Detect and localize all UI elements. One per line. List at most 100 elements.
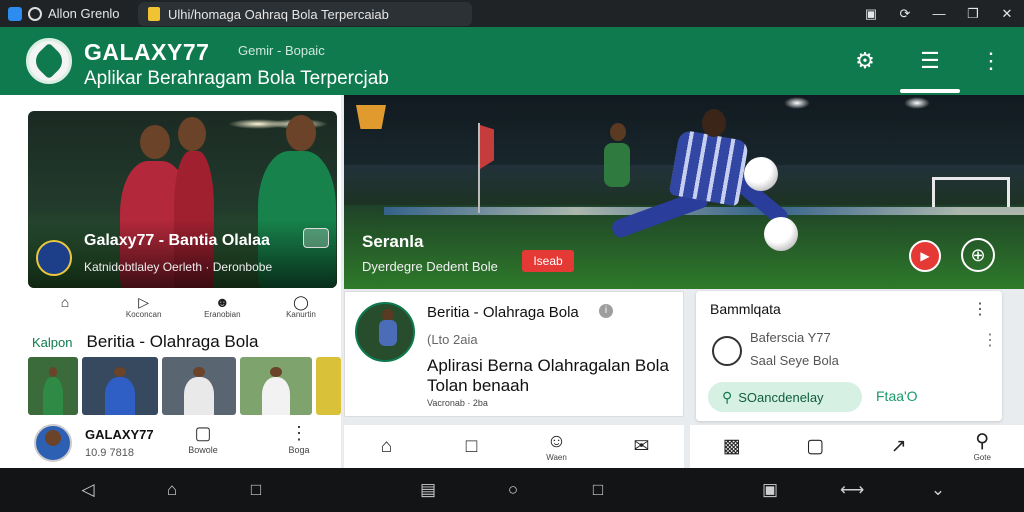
tab-title: Ulhi/homaga Oahraq Bola Terpercaiab [168,6,389,22]
home-icon[interactable]: ⌂ [160,478,184,502]
restore-icon[interactable]: ❐ [966,6,980,22]
news-thumbnail[interactable] [316,357,341,415]
football [764,217,798,251]
drag-handle-icon[interactable]: ⋮ [982,333,998,349]
floodlight [904,97,930,109]
hero-banner[interactable]: Seranla Dyerdegre Dedent Bole Iseab ▶ ⊕ [344,95,1024,289]
window-icon[interactable]: ▣ [758,478,782,502]
chip-button[interactable] [303,228,329,248]
brand-subtitle: Gemir - Bopaic [238,43,325,58]
smiley-icon: ☺ [546,431,567,452]
browser-tab[interactable]: Ulhi/homaga Oahraq Bola Terpercaiab [138,2,472,26]
pill-label: SOancdenelay [738,389,824,405]
category-team[interactable]: ☻ Eranobian [185,295,259,321]
circle-home-icon[interactable]: ○ [501,478,525,502]
status-bar: Allon Grenlo Ulhi/homaga Oahraq Bola Ter… [0,0,1024,27]
nav-smiley[interactable]: ☺ Waen [535,431,579,462]
news-thumbnail[interactable] [240,357,312,415]
hero-badge[interactable]: Iseab [522,250,574,272]
player-head [610,123,626,141]
news-header: Kalpon Beritia - Olahraga Bola [32,332,258,352]
category-label: Eranobian [204,310,241,319]
nav-profile[interactable]: ⚲ Gote [960,431,1004,462]
card-link[interactable]: Ftaa'O [876,388,918,404]
chevron-down-icon[interactable]: ⌄ [926,478,950,502]
edit-icon: □ [465,435,478,457]
square-icon[interactable]: □ [586,478,610,502]
active-tab-indicator [900,89,960,93]
news-kicker: Kalpon [32,335,73,350]
floodlight [784,97,810,109]
back-icon[interactable]: ◁ [76,478,100,502]
nav-arrow[interactable]: ↗ [877,436,921,458]
category-chat[interactable]: ◯ Kanurtin [264,295,338,321]
recents-icon[interactable]: □ [244,478,268,502]
brand-name: GALAXY77 [84,39,210,65]
video-icon: ▷ [138,294,150,310]
goal-frame [932,177,1010,207]
chat-icon: ◯ [293,294,309,310]
gear-icon: ⚙ [855,48,875,73]
split-icon[interactable]: ▤ [416,478,440,502]
category-home[interactable]: ⌂ [28,295,102,321]
home-icon: ⌂ [60,294,70,310]
brand-logo[interactable] [26,38,72,84]
info-icon[interactable]: i [599,304,613,318]
nav-tv[interactable]: ▢ [793,436,837,458]
nav-home[interactable]: ⌂ [365,436,409,458]
player-head [178,117,206,151]
save-icon[interactable]: ▣ [864,6,878,22]
edit-icon: ▢ [194,423,212,443]
sync-icon[interactable]: ⟳ [898,6,912,22]
article-meta: (Lto 2aia [427,332,478,347]
football [744,157,778,191]
hero-title: Seranla [362,232,424,251]
settings-button[interactable]: ⚙ [848,44,882,78]
player-head [286,115,316,151]
category-video[interactable]: ▷ Koconcan [107,295,181,321]
club-crest-icon [356,105,386,129]
search-pill-button[interactable]: ⚲ SOancdenelay [708,382,862,412]
clock-icon [712,336,742,366]
striker-player [668,129,750,207]
news-thumbnail[interactable] [82,357,158,415]
player-head [140,125,170,159]
target-button[interactable]: ⊕ [961,238,995,272]
nav-label: Waen [546,453,567,462]
thumb-figure [43,377,63,415]
menu-icon: ☰ [920,48,940,73]
featured-card[interactable]: Galaxy77 - Bantia Olalaa Katnidobtlaley … [28,111,337,288]
system-nav-bar: ◁ ⌂ □ ▤ ○ □ ▣ ⟷ ⌄ [0,468,1024,512]
featured-title: Galaxy77 - Bantia Olalaa [84,232,270,249]
secondary-nav: ▩ ▢ ↗ ⚲ Gote [690,425,1024,468]
thumb-figure [104,377,136,415]
more-vertical-icon[interactable]: ⋮ [972,299,988,319]
more-vertical-icon: ⋮ [290,423,308,443]
news-thumbnail[interactable] [162,357,236,415]
nav-bag[interactable]: ▩ [710,436,754,458]
crosshair-icon: ⊕ [970,245,986,265]
nav-edit[interactable]: □ [450,436,494,458]
rotate-icon[interactable]: ⟷ [840,478,864,502]
minimize-icon[interactable]: — [932,6,946,21]
player-green [604,143,630,187]
news-section-title: Beritia - Olahraga Bola [86,332,259,351]
left-panel: Galaxy77 - Bantia Olalaa Katnidobtlaley … [0,95,341,468]
author-name: GALAXY77 [85,427,154,442]
action-button[interactable]: ▢ Bowole [178,423,228,455]
profile-card: Bammlqata ⋮ Baferscia Y77 Saal Seye Bola… [696,291,1002,421]
more-options-button[interactable]: ⋮ [974,44,1008,78]
category-row: ⌂ ▷ Koconcan ☻ Eranobian ◯ Kanurtin [28,295,338,321]
club-badge [36,240,72,276]
play-button[interactable]: ▶ [909,240,941,272]
nav-mail[interactable]: ✉ [620,436,664,458]
avatar[interactable] [34,424,72,462]
more-button[interactable]: ⋮ Boga [274,423,324,455]
news-thumbnail[interactable] [28,357,78,415]
article-card[interactable]: Beritia - Olahraga Bola i (Lto 2aia Apli… [344,291,684,417]
category-label: Koconcan [125,310,162,319]
action-label: Bowole [188,445,218,455]
close-icon[interactable]: ✕ [1000,6,1014,22]
author-time: 10.9 7818 [85,447,134,459]
menu-button[interactable]: ☰ [913,44,947,78]
